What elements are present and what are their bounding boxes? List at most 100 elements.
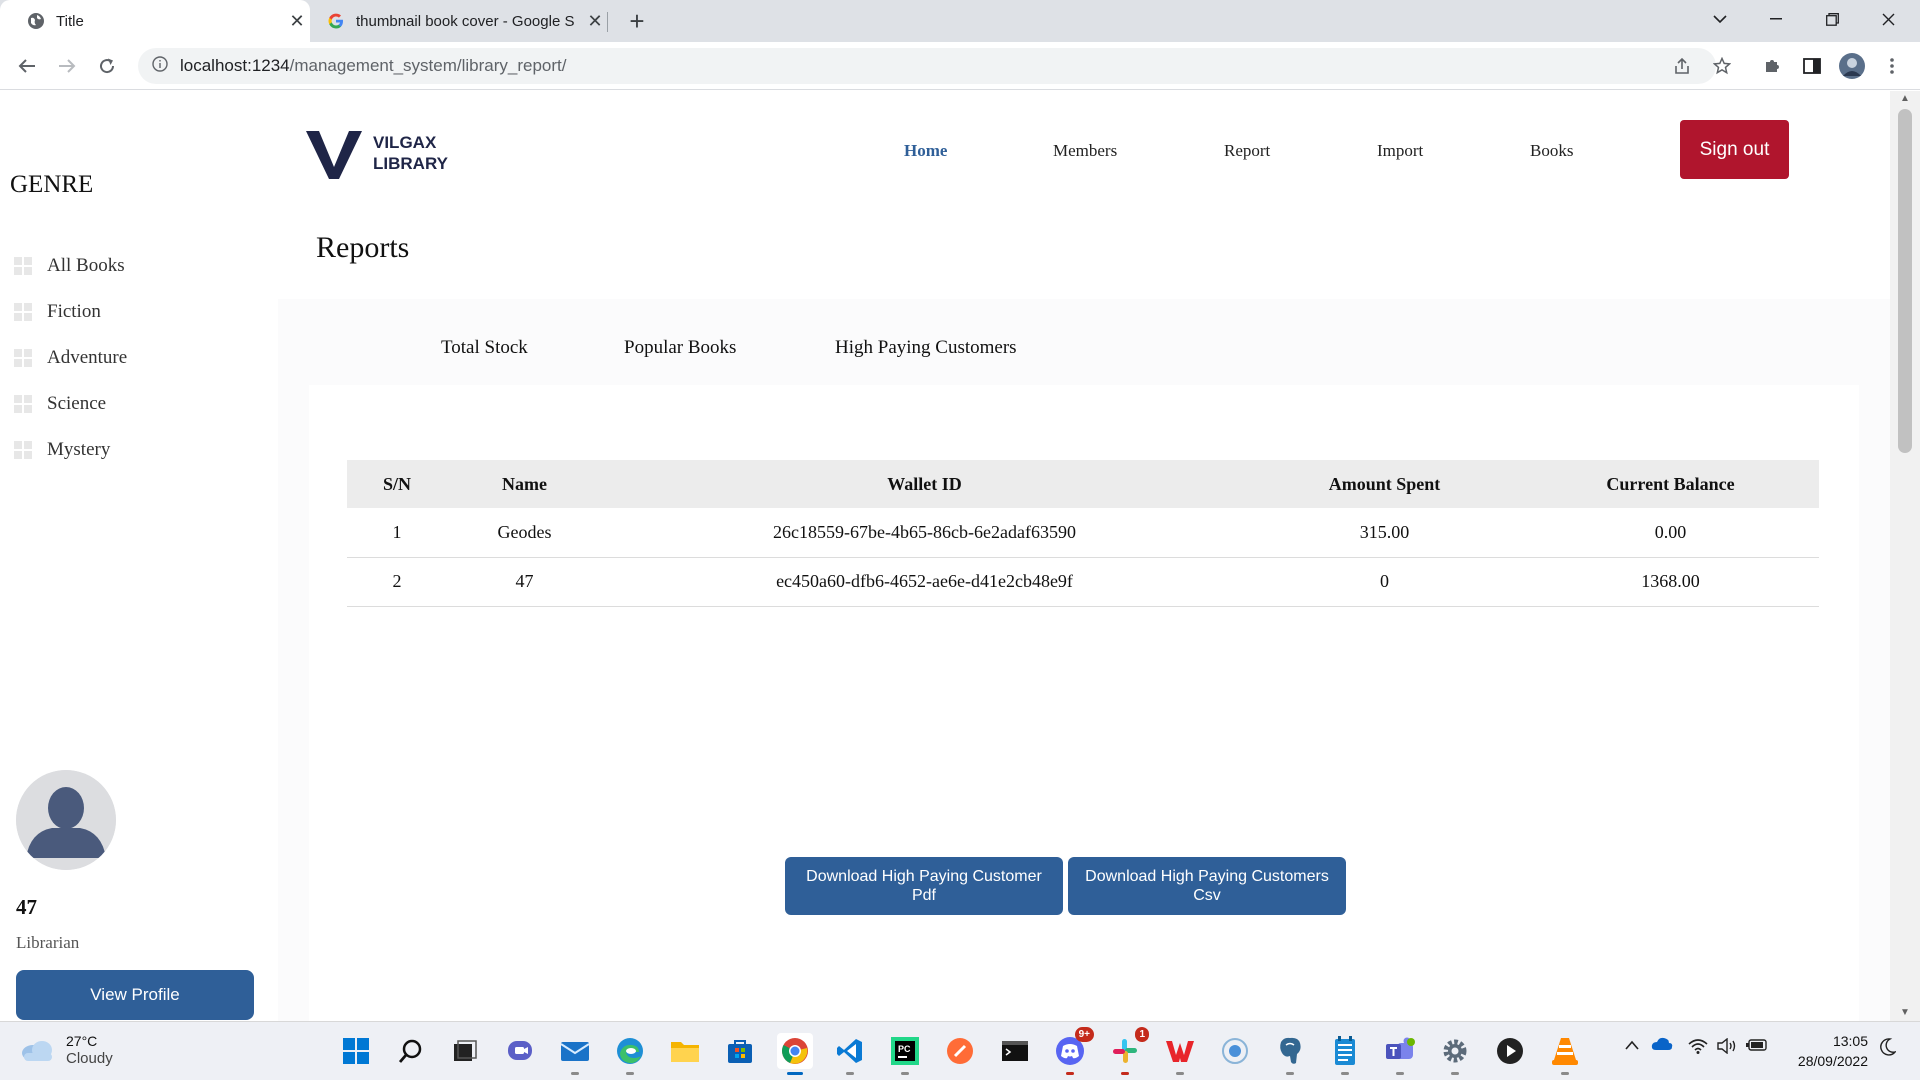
edge-browser-icon[interactable] <box>612 1033 648 1075</box>
grid-icon <box>14 348 33 368</box>
page-scrollbar[interactable]: ▲ ▼ <box>1890 91 1920 1021</box>
grid-icon <box>14 440 33 460</box>
address-bar[interactable]: localhost:1234/management_system/library… <box>138 48 1716 84</box>
settings-gear-icon[interactable] <box>1437 1033 1473 1075</box>
sign-out-button[interactable]: Sign out <box>1680 120 1789 179</box>
show-hidden-icons-chevron-icon[interactable] <box>1624 1038 1640 1054</box>
microsoft-store-icon[interactable] <box>722 1033 758 1069</box>
tab-high-paying-customers[interactable]: High Paying Customers <box>835 337 1017 359</box>
browser-tab-bar: Title ✕ thumbnail book cover - Google S … <box>0 0 1920 42</box>
genre-item-science[interactable]: Science <box>14 381 127 427</box>
vilgax-library-logo[interactable]: VILGAX LIBRARY <box>305 127 448 179</box>
nav-books[interactable]: Books <box>1530 141 1573 161</box>
chat-icon[interactable] <box>502 1033 538 1069</box>
windows-start-icon[interactable] <box>338 1033 374 1069</box>
download-csv-button[interactable]: Download High Paying Customers Csv <box>1068 857 1346 915</box>
close-tab-icon[interactable]: ✕ <box>582 11 608 32</box>
taskbar-clock[interactable]: 13:05 28/09/2022 <box>1786 1031 1868 1071</box>
download-pdf-button[interactable]: Download High Paying Customer Pdf <box>785 857 1063 915</box>
extensions-icon[interactable] <box>1756 50 1788 82</box>
tab-title[interactable]: Title ✕ <box>0 0 310 42</box>
genre-item-all-books[interactable]: All Books <box>14 243 127 289</box>
grid-icon <box>14 256 33 276</box>
back-arrow-icon[interactable] <box>11 50 43 82</box>
table-header-row: S/N Name Wallet ID Amount Spent Current … <box>347 460 1819 508</box>
scrollbar-thumb[interactable] <box>1898 109 1912 453</box>
minimize-icon[interactable] <box>1748 0 1804 38</box>
cell-current-balance: 1368.00 <box>1522 557 1819 607</box>
genre-item-fiction[interactable]: Fiction <box>14 289 127 335</box>
vscode-icon[interactable] <box>832 1033 868 1075</box>
cell-amount-spent: 0 <box>1247 557 1522 607</box>
restore-icon[interactable] <box>1804 0 1860 38</box>
side-panel-icon[interactable] <box>1796 50 1828 82</box>
cortana-circle-icon[interactable] <box>1217 1033 1253 1069</box>
forward-arrow-icon[interactable] <box>51 50 83 82</box>
nav-members[interactable]: Members <box>1053 141 1117 161</box>
cell-sn: 2 <box>347 557 447 607</box>
slack-icon[interactable]: 1 <box>1107 1027 1149 1075</box>
weather-widget[interactable]: 27°C Cloudy <box>20 1032 113 1068</box>
chrome-icon[interactable] <box>777 1033 813 1075</box>
battery-icon[interactable] <box>1746 1038 1768 1055</box>
share-icon[interactable] <box>1666 50 1698 82</box>
file-explorer-icon[interactable] <box>667 1033 703 1069</box>
teams-icon[interactable] <box>1382 1033 1418 1075</box>
discord-icon[interactable]: 9+ <box>1052 1027 1094 1075</box>
nav-import[interactable]: Import <box>1377 141 1423 161</box>
scroll-up-arrow-icon[interactable]: ▲ <box>1900 93 1910 104</box>
notification-moon-icon[interactable] <box>1880 1038 1897 1059</box>
tab-popular-books[interactable]: Popular Books <box>624 337 736 359</box>
wps-office-icon[interactable] <box>1162 1033 1198 1075</box>
notepad-icon[interactable] <box>1327 1033 1363 1075</box>
wifi-icon[interactable] <box>1688 1038 1708 1057</box>
media-player-icon[interactable] <box>1492 1033 1528 1069</box>
site-info-icon[interactable] <box>152 55 168 77</box>
genre-heading: GENRE <box>10 171 94 198</box>
close-tab-icon[interactable]: ✕ <box>284 11 310 32</box>
grid-icon <box>14 394 33 414</box>
running-indicator <box>1286 1072 1294 1075</box>
pycharm-icon[interactable]: PC <box>887 1033 923 1075</box>
vlc-icon[interactable] <box>1547 1033 1583 1075</box>
column-header: Current Balance <box>1522 460 1819 508</box>
running-indicator <box>1451 1072 1459 1075</box>
volume-icon[interactable] <box>1717 1037 1737 1057</box>
nav-home[interactable]: Home <box>904 141 947 161</box>
new-tab-button[interactable]: + <box>622 6 652 36</box>
high-paying-customers-table: S/N Name Wallet ID Amount Spent Current … <box>347 460 1819 607</box>
bookmark-star-icon[interactable] <box>1706 50 1738 82</box>
scroll-down-arrow-icon[interactable]: ▼ <box>1900 1007 1910 1018</box>
running-indicator <box>901 1072 909 1075</box>
tab-google-label: thumbnail book cover - Google S <box>356 12 575 30</box>
genre-item-adventure[interactable]: Adventure <box>14 335 127 381</box>
genre-item-mystery[interactable]: Mystery <box>14 427 127 473</box>
mail-icon[interactable] <box>557 1033 593 1075</box>
view-profile-button[interactable]: View Profile <box>16 970 254 1020</box>
close-window-icon[interactable] <box>1860 0 1916 38</box>
task-view-icon[interactable] <box>447 1033 483 1069</box>
postgresql-icon[interactable] <box>1272 1033 1308 1075</box>
column-header: S/N <box>347 460 447 508</box>
chrome-menu-icon[interactable] <box>1876 50 1908 82</box>
slack-notification-badge: 1 <box>1135 1027 1149 1042</box>
windows-taskbar: 27°C Cloudy PC 9+ 1 13:05 28/09/2022 <box>0 1021 1920 1080</box>
cell-sn: 1 <box>347 508 447 558</box>
reload-icon[interactable] <box>91 50 123 82</box>
user-name: 47 <box>16 895 37 919</box>
tab-total-stock[interactable]: Total Stock <box>441 337 528 359</box>
report-card: S/N Name Wallet ID Amount Spent Current … <box>309 385 1859 1021</box>
genre-item-label: All Books <box>47 255 125 276</box>
tab-google-search[interactable]: thumbnail book cover - Google S ✕ <box>316 0 608 42</box>
search-icon[interactable] <box>393 1033 429 1069</box>
postman-icon[interactable] <box>942 1033 978 1069</box>
browser-toolbar: localhost:1234/management_system/library… <box>0 42 1920 90</box>
logo-line1: VILGAX <box>373 133 437 152</box>
onedrive-cloud-icon[interactable] <box>1651 1037 1673 1054</box>
nav-report[interactable]: Report <box>1224 141 1270 161</box>
profile-avatar-icon[interactable] <box>1836 50 1868 82</box>
tab-search-chevron-icon[interactable] <box>1692 0 1748 38</box>
terminal-icon[interactable] <box>997 1033 1033 1069</box>
svg-text:PC: PC <box>898 1044 911 1054</box>
running-indicator <box>1121 1072 1129 1075</box>
